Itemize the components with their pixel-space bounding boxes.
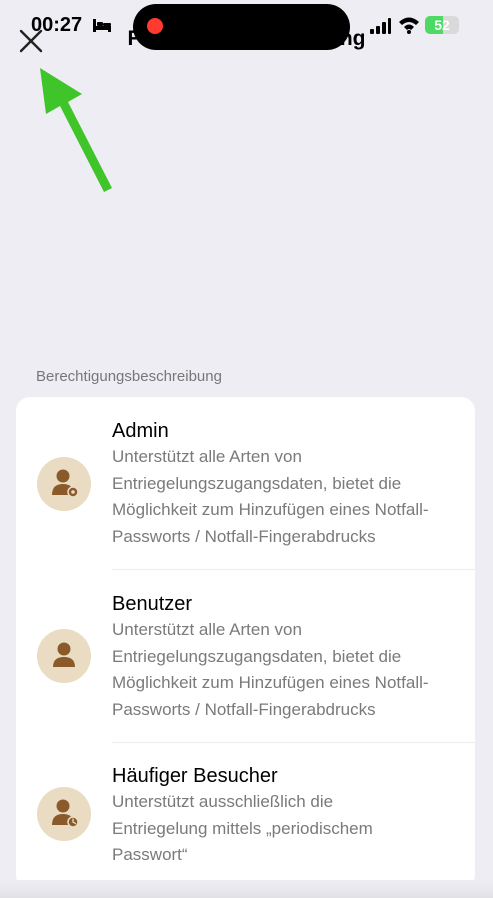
arrow-up-left-icon: [30, 60, 120, 200]
signal-icon: [369, 18, 391, 39]
section-label: Berechtigungsbeschreibung: [36, 368, 222, 385]
user-icon: [37, 629, 91, 683]
role-item-frequent-visitor: Häufiger Besucher Unterstützt ausschließ…: [16, 743, 475, 889]
role-description-line: Unterstützt ausschließlich die: [112, 792, 334, 811]
role-description-line: Unterstützt alle Arten von: [112, 620, 302, 639]
role-title: Benutzer: [112, 593, 193, 615]
role-title: Admin: [112, 420, 169, 442]
role-description-line: Passworts / Notfall-Fingerabdrucks: [112, 526, 376, 546]
role-item-admin: Admin Unterstützt alle Arten von Entrieg…: [16, 397, 475, 569]
role-description: Unterstützt ausschließlich die Entriegel…: [112, 789, 472, 869]
role-description: Unterstützt alle Arten von Entriegelungs…: [112, 617, 472, 723]
frequent-visitor-icon: [37, 787, 91, 841]
role-description-line: Entriegelungszugangsdaten, bietet die: [112, 473, 402, 493]
role-description-line: Möglichkeit zum Hinzufügen eines Notfall…: [112, 673, 429, 693]
admin-user-icon: [37, 457, 91, 511]
dynamic-island: [133, 4, 350, 50]
status-bar: 00:27 Funktionsbeschreibung 52: [0, 0, 493, 60]
battery-icon: 52: [425, 16, 459, 34]
bottom-edge: [0, 880, 493, 898]
role-description-line: Unterstützt alle Arten von: [112, 447, 302, 466]
role-description-line: Passworts / Notfall-Fingerabdrucks: [112, 699, 376, 719]
recording-indicator-icon: [147, 18, 163, 34]
close-button[interactable]: [18, 28, 44, 54]
role-description-line: Entriegelung mittels „periodischem: [112, 818, 373, 838]
role-item-user: Benutzer Unterstützt alle Arten von Entr…: [16, 570, 475, 742]
battery-level: 52: [434, 17, 450, 33]
role-title: Häufiger Besucher: [112, 765, 278, 787]
permissions-card: Admin Unterstützt alle Arten von Entrieg…: [16, 397, 475, 889]
close-icon: [19, 29, 43, 53]
wifi-icon: [398, 16, 420, 39]
role-description: Unterstützt alle Arten von Entriegelungs…: [112, 444, 472, 550]
role-description-line: Entriegelungszugangsdaten, bietet die: [112, 646, 402, 666]
role-description-line: Möglichkeit zum Hinzufügen eines Notfall…: [112, 500, 429, 520]
role-description-line: Passwort“: [112, 845, 188, 865]
